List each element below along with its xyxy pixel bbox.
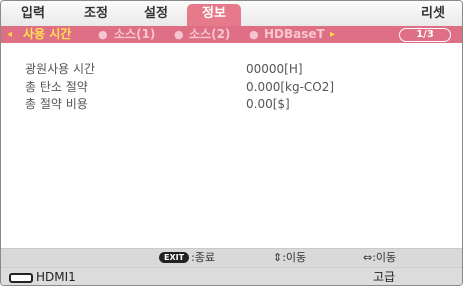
status-bar: HDMI1 고급 (1, 267, 462, 285)
info-row-light-hours: 광원사용 시간 00000[H] (25, 61, 445, 77)
input-connector-icon (9, 273, 33, 283)
help-bar: EXIT:종료 ⇕:이동 ⇔:이동 (1, 248, 462, 267)
info-row-carbon-savings: 총 탄소 절약 0.000[kg-CO2] (25, 79, 445, 95)
subtab-source-2[interactable]: 소스(2) (189, 26, 230, 43)
separator-dot-icon: ● (249, 28, 259, 41)
osd-menu-window: 입력 조정 설정 정보 리셋 ◂ 사용 시간 ● 소스(1) ● 소스(2) ●… (0, 0, 463, 286)
info-value: 0.000[kg-CO2] (246, 80, 335, 94)
info-label: 광원사용 시간 (25, 62, 96, 76)
help-updown: ⇕:이동 (273, 250, 306, 266)
menu-tab-adjust[interactable]: 조정 (76, 4, 116, 24)
separator-dot-icon: ● (174, 28, 184, 41)
info-row-cost-savings: 총 절약 비용 0.00[$] (25, 96, 445, 112)
info-label: 총 탄소 절약 (25, 80, 88, 94)
top-menu-bar: 입력 조정 설정 정보 리셋 (1, 1, 462, 27)
menu-tab-input[interactable]: 입력 (13, 4, 53, 24)
help-leftright-text: :이동 (372, 251, 397, 264)
help-leftright: ⇔:이동 (363, 250, 396, 266)
menu-tab-setup[interactable]: 설정 (136, 4, 176, 24)
info-value: 0.00[$] (246, 97, 290, 111)
menu-tab-reset[interactable]: 리셋 (413, 4, 453, 24)
info-label: 총 절약 비용 (25, 97, 88, 111)
info-value: 00000[H] (246, 62, 303, 76)
subtab-source-1[interactable]: 소스(1) (114, 26, 155, 43)
menu-tab-info[interactable]: 정보 (187, 4, 241, 26)
right-arrow-icon[interactable]: ▸ (330, 26, 335, 43)
help-updown-text: :이동 (282, 251, 307, 264)
left-arrow-icon[interactable]: ◂ (7, 26, 12, 43)
exit-key-icon: EXIT (159, 252, 190, 263)
subtab-usage-time[interactable]: 사용 시간 (23, 26, 71, 43)
page-indicator: 1/3 (399, 28, 451, 42)
input-source-name: HDMI1 (36, 270, 76, 284)
help-exit-text: :종료 (191, 251, 216, 264)
sub-tab-bar: ◂ 사용 시간 ● 소스(1) ● 소스(2) ● HDBaseT ▸ 1/3 (1, 26, 462, 43)
updown-arrow-icon: ⇕ (273, 251, 283, 264)
menu-mode-label: 고급 (373, 270, 396, 284)
separator-dot-icon: ● (98, 28, 108, 41)
help-exit: EXIT:종료 (159, 250, 215, 266)
leftright-arrow-icon: ⇔ (363, 251, 373, 264)
subtab-hdbaset[interactable]: HDBaseT (264, 26, 325, 43)
